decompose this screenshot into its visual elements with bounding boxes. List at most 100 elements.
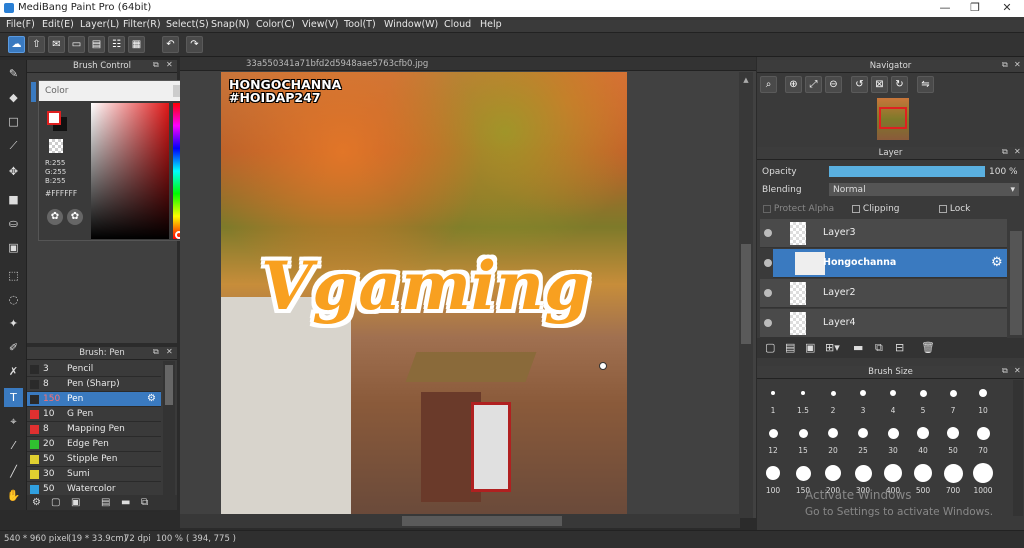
vgaming-title[interactable]: Vgaming — [261, 247, 590, 325]
speech-bubble-icon[interactable]: ▭ — [68, 36, 85, 53]
opacity-slider[interactable] — [829, 166, 985, 177]
menu-view[interactable]: View(V) — [302, 19, 338, 30]
text-tool-icon[interactable]: T — [4, 388, 23, 407]
brush-new-icon[interactable]: ▢ — [51, 497, 60, 508]
close-button[interactable]: ✕ — [992, 0, 1022, 17]
fit-window-icon[interactable]: ⤢ — [805, 76, 822, 93]
navigator-popout-icon[interactable]: ⧉ — [1002, 60, 1008, 70]
delete-layer-icon[interactable]: 🗑 — [921, 341, 935, 354]
color-picker-icon[interactable]: ✿ — [67, 209, 83, 225]
brush-size-option[interactable]: 500 — [908, 460, 938, 500]
brush-size-scrollbar[interactable] — [1013, 380, 1023, 516]
menu-color[interactable]: Color(C) — [256, 19, 295, 30]
menu-select[interactable]: Select(S) — [166, 19, 209, 30]
new-layer-icon[interactable]: ▢ — [765, 341, 775, 354]
protect-alpha-checkbox[interactable]: Protect Alpha — [763, 204, 834, 214]
brush-copy-icon[interactable]: ⧉ — [141, 497, 148, 508]
brush-add-icon[interactable]: ▣ — [71, 497, 80, 508]
new-1bit-layer-icon[interactable]: ▣ — [805, 341, 815, 354]
brush-size-option[interactable]: 700 — [938, 460, 968, 500]
brush-size-option[interactable]: 70 — [968, 420, 998, 460]
duplicate-layer-icon[interactable]: ⧉ — [875, 341, 883, 355]
canvas-vertical-scrollbar[interactable]: ▲ — [739, 72, 753, 518]
navigator-close-icon[interactable]: ✕ — [1014, 60, 1021, 69]
brush-item[interactable]: 10 G Pen — [27, 407, 161, 422]
layer-popout-icon[interactable]: ⧉ — [1002, 147, 1008, 157]
gradient-tool-icon[interactable]: ▣ — [4, 238, 23, 257]
brush-size-option[interactable]: 2 — [818, 380, 848, 420]
canvas-horizontal-scrollbar[interactable] — [180, 514, 740, 528]
minimize-button[interactable]: — — [930, 0, 960, 17]
artwork-image[interactable]: HONGOCHANNA #HOIDAP247 Vgaming — [221, 72, 627, 515]
move-tool-icon[interactable]: ✥ — [4, 162, 23, 181]
bucket-tool-icon[interactable]: ⛀ — [4, 214, 23, 233]
dropper-icon[interactable]: ╱ — [4, 462, 23, 481]
maximize-button[interactable]: ❐ — [960, 0, 990, 17]
brush-size-option[interactable]: 12 — [758, 420, 788, 460]
blending-select[interactable]: Normal ▾ — [829, 183, 1019, 196]
rotate-right-icon[interactable]: ↻ — [891, 76, 908, 93]
brush-folder-icon[interactable]: ▬ — [121, 497, 130, 508]
brush-size-option[interactable]: 40 — [908, 420, 938, 460]
brush-size-option[interactable]: 30 — [878, 420, 908, 460]
new-halftone-layer-icon[interactable]: ▤ — [785, 341, 795, 354]
brush-list-scrollbar[interactable] — [163, 361, 175, 495]
brush-size-option[interactable]: 50 — [938, 420, 968, 460]
layer-close-icon[interactable]: ✕ — [1014, 147, 1021, 156]
brush-item[interactable]: 3 Pencil — [27, 362, 161, 377]
brush-item[interactable]: 30 Sumi — [27, 467, 161, 482]
operation-tool-icon[interactable]: ⌖ — [4, 412, 23, 431]
brush-size-option[interactable]: 15 — [788, 420, 818, 460]
brush-settings-icon[interactable]: ⚙ — [32, 497, 41, 508]
brush-size-option[interactable]: 10 — [968, 380, 998, 420]
flip-icon[interactable]: ⇋ — [917, 76, 934, 93]
menu-tool[interactable]: Tool(T) — [344, 19, 376, 30]
magic-wand-icon[interactable]: ✦ — [4, 314, 23, 333]
undo-icon[interactable]: ↶ — [162, 36, 179, 53]
merge-layer-icon[interactable]: ⊟ — [895, 341, 904, 354]
visibility-icon[interactable] — [764, 229, 772, 237]
comment-icon[interactable]: ✉ — [48, 36, 65, 53]
select-eraser-icon[interactable]: ✗ — [4, 362, 23, 381]
zoom-out-icon[interactable]: ⊖ — [825, 76, 842, 93]
transparent-swatch[interactable] — [49, 139, 63, 153]
brush-size-option[interactable]: 3 — [848, 380, 878, 420]
brush-item[interactable]: 20 Edge Pen — [27, 437, 161, 452]
menu-layer[interactable]: Layer(L) — [80, 19, 119, 30]
navigator-thumbnail[interactable] — [877, 98, 909, 140]
select-pen-icon[interactable]: ✐ — [4, 338, 23, 357]
brush-doc-icon[interactable]: ▤ — [101, 497, 110, 508]
page-list-icon[interactable]: ☷ — [108, 36, 125, 53]
brush-size-option[interactable]: 1.5 — [788, 380, 818, 420]
clipping-checkbox[interactable]: Clipping — [852, 204, 900, 214]
transform-handle[interactable] — [599, 362, 607, 370]
lasso-icon[interactable]: ◌ — [4, 290, 23, 309]
close-icon[interactable]: ✕ — [166, 60, 173, 69]
brush-popout-icon[interactable]: ⧉ — [153, 347, 159, 357]
layer-row[interactable]: Layer2 — [760, 279, 1007, 308]
brush-size-option[interactable]: 25 — [848, 420, 878, 460]
rotate-left-icon[interactable]: ↺ — [851, 76, 868, 93]
fill-rect-tool-icon[interactable]: ■ — [4, 190, 23, 209]
brush-close-icon[interactable]: ✕ — [166, 347, 173, 356]
zoom-in-icon[interactable]: ⊕ — [785, 76, 802, 93]
rectangle-tool-icon[interactable]: □ — [4, 112, 23, 131]
brush-size-popout-icon[interactable]: ⧉ — [1002, 366, 1008, 376]
brush-size-option[interactable]: 1 — [758, 380, 788, 420]
brush-tool-icon[interactable]: ✎ — [4, 64, 23, 83]
visibility-icon[interactable] — [764, 289, 772, 297]
menu-file[interactable]: File(F) — [6, 19, 35, 30]
line-tool-icon[interactable]: ⟋ — [4, 136, 23, 155]
document-tab[interactable]: 33a550341a71bfd2d5948aae5763cfb0.jpg — [180, 57, 756, 71]
menu-filter[interactable]: Filter(R) — [123, 19, 161, 30]
layer-row[interactable]: Layer4 — [760, 309, 1007, 338]
reset-view-icon[interactable]: ⊠ — [871, 76, 888, 93]
brush-item[interactable]: 8 Mapping Pen — [27, 422, 161, 437]
brush-size-option[interactable]: 20 — [818, 420, 848, 460]
brush-size-close-icon[interactable]: ✕ — [1014, 366, 1021, 375]
redo-icon[interactable]: ↷ — [186, 36, 203, 53]
hand-tool-icon[interactable]: ✋ — [4, 486, 23, 505]
brush-item[interactable]: 150 Pen ⚙ — [27, 392, 161, 407]
primary-color-swatch[interactable] — [47, 111, 61, 125]
brush-size-option[interactable]: 7 — [938, 380, 968, 420]
